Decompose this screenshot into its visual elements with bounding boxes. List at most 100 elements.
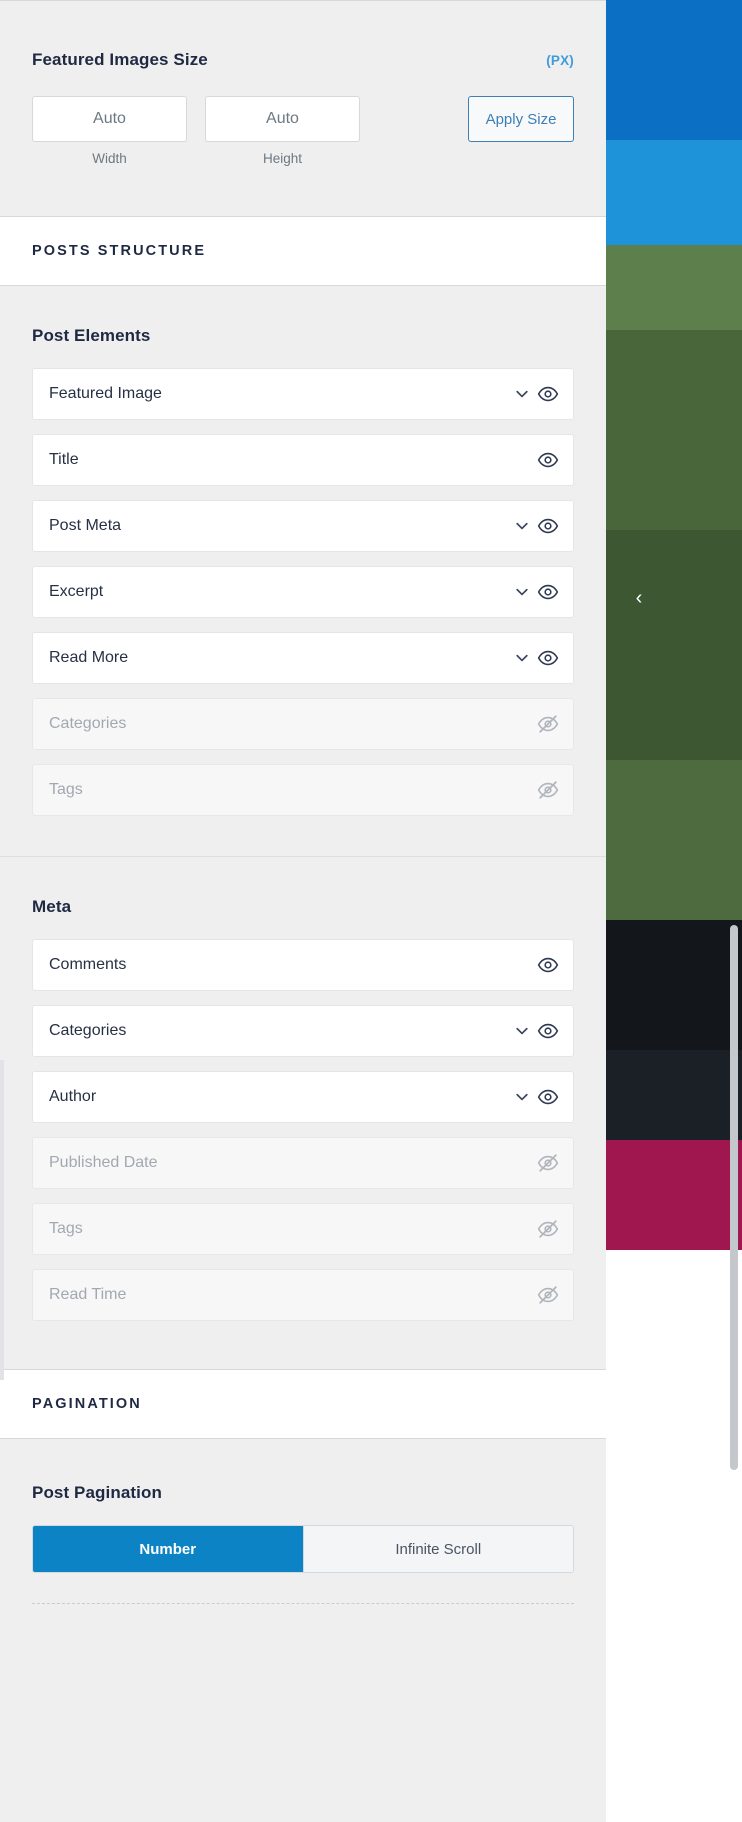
preview-band-foliage-3 <box>606 760 742 920</box>
pagination-dashed-separator <box>32 1603 574 1604</box>
width-caption: Width <box>92 151 127 166</box>
featured-images-size-block: Featured Images Size (PX) Auto Width Aut… <box>0 0 606 216</box>
post_elements-row[interactable]: Post Meta <box>32 500 574 552</box>
preview-prev-arrow-icon[interactable]: ‹ <box>624 583 654 613</box>
post_elements-row[interactable]: Categories <box>32 698 574 750</box>
width-field-group: Auto Width <box>32 96 187 166</box>
eye-hidden-icon[interactable] <box>537 779 559 801</box>
chevron-placeholder <box>515 958 529 972</box>
meta-row-label: Categories <box>49 1022 127 1039</box>
eye-visible-icon[interactable] <box>537 954 559 976</box>
height-field-group: Auto Height <box>205 96 360 166</box>
meta-row[interactable]: Author <box>32 1071 574 1123</box>
featured-images-size-header: Featured Images Size (PX) <box>32 50 574 70</box>
chevron-down-icon[interactable] <box>515 1090 529 1104</box>
post_elements-row-label: Post Meta <box>49 517 122 534</box>
meta-list: Comments Categories Author Published Date Ta… <box>32 939 574 1321</box>
post_elements-row-label: Featured Image <box>49 385 162 402</box>
preview-band-sky-top <box>606 0 742 140</box>
eye-visible-icon[interactable] <box>537 1086 559 1108</box>
post_elements-row[interactable]: Title <box>32 434 574 486</box>
chevron-placeholder <box>515 717 529 731</box>
post_elements-row[interactable]: Excerpt <box>32 566 574 618</box>
preview-band-sky <box>606 140 742 245</box>
eye-hidden-icon[interactable] <box>537 713 559 735</box>
screen-root: Featured Images Size (PX) Auto Width Aut… <box>0 0 742 1822</box>
preview-scrollbar-thumb[interactable] <box>730 925 738 1470</box>
panel-left-accent <box>0 1060 4 1380</box>
panel-top-divider <box>0 0 606 1</box>
eye-visible-icon[interactable] <box>537 1020 559 1042</box>
section-pagination[interactable]: PAGINATION <box>0 1369 606 1439</box>
preview-band-grass <box>606 245 742 330</box>
meta-row[interactable]: Comments <box>32 939 574 991</box>
apply-size-button[interactable]: Apply Size <box>468 96 574 142</box>
eye-hidden-icon[interactable] <box>537 1284 559 1306</box>
height-input[interactable]: Auto <box>205 96 360 142</box>
meta-block: Meta Comments Categories Author Published D… <box>0 857 606 1321</box>
section-pagination-label: PAGINATION <box>32 1396 142 1412</box>
meta-row-label: Comments <box>49 956 127 973</box>
width-input[interactable]: Auto <box>32 96 187 142</box>
featured-images-size-title: Featured Images Size <box>32 50 208 69</box>
post_elements-row[interactable]: Featured Image <box>32 368 574 420</box>
meta-row-label: Author <box>49 1088 97 1105</box>
preview-band-foliage-2 <box>606 530 742 760</box>
eye-visible-icon[interactable] <box>537 515 559 537</box>
meta-row[interactable]: Published Date <box>32 1137 574 1189</box>
post-pagination-toggle: Number Infinite Scroll <box>32 1525 574 1573</box>
featured-images-size-controls: Auto Width Auto Height Apply Size <box>32 96 574 166</box>
post-elements-list: Featured Image Title Post Meta Excerpt Read … <box>32 368 574 816</box>
site-preview: ‹ <box>606 0 742 1822</box>
meta-row[interactable]: Read Time <box>32 1269 574 1321</box>
post_elements-row-label: Tags <box>49 781 83 798</box>
eye-visible-icon[interactable] <box>537 383 559 405</box>
chevron-down-icon[interactable] <box>515 651 529 665</box>
settings-panel: Featured Images Size (PX) Auto Width Aut… <box>0 0 606 1822</box>
meta-row-label: Tags <box>49 1220 83 1237</box>
meta-row-label: Read Time <box>49 1286 127 1303</box>
post_elements-row[interactable]: Tags <box>32 764 574 816</box>
post_elements-row-label: Read More <box>49 649 129 666</box>
unit-px-label[interactable]: (PX) <box>546 53 574 68</box>
post_elements-row-label: Excerpt <box>49 583 104 600</box>
chevron-placeholder <box>515 1156 529 1170</box>
post-pagination-title: Post Pagination <box>32 1483 162 1502</box>
section-posts-structure-label: POSTS STRUCTURE <box>32 243 207 259</box>
chevron-placeholder <box>515 453 529 467</box>
eye-visible-icon[interactable] <box>537 581 559 603</box>
post-elements-block: Post Elements Featured Image Title Post Me… <box>0 286 606 816</box>
chevron-placeholder <box>515 1288 529 1302</box>
eye-hidden-icon[interactable] <box>537 1152 559 1174</box>
chevron-placeholder <box>515 1222 529 1236</box>
post_elements-row-label: Title <box>49 451 79 468</box>
pagination-option-number[interactable]: Number <box>33 1526 304 1572</box>
meta-row[interactable]: Categories <box>32 1005 574 1057</box>
preview-band-dark-2 <box>606 1050 742 1140</box>
eye-visible-icon[interactable] <box>537 449 559 471</box>
preview-band-white <box>606 1250 742 1822</box>
post_elements-row[interactable]: Read More <box>32 632 574 684</box>
chevron-down-icon[interactable] <box>515 1024 529 1038</box>
preview-band-magenta <box>606 1140 742 1250</box>
meta-row[interactable]: Tags <box>32 1203 574 1255</box>
meta-title: Meta <box>32 897 72 916</box>
eye-hidden-icon[interactable] <box>537 1218 559 1240</box>
chevron-down-icon[interactable] <box>515 585 529 599</box>
preview-band-dark-1 <box>606 920 742 1050</box>
pagination-option-infinite-scroll[interactable]: Infinite Scroll <box>303 1526 573 1572</box>
chevron-down-icon[interactable] <box>515 519 529 533</box>
chevron-placeholder <box>515 783 529 797</box>
section-posts-structure[interactable]: POSTS STRUCTURE <box>0 216 606 286</box>
post-elements-title: Post Elements <box>32 326 151 345</box>
eye-visible-icon[interactable] <box>537 647 559 669</box>
post-pagination-block: Post Pagination Number Infinite Scroll <box>0 1439 606 1604</box>
meta-row-label: Published Date <box>49 1154 158 1171</box>
preview-scrollbar-track[interactable] <box>730 0 738 1822</box>
preview-band-foliage-1 <box>606 330 742 530</box>
height-caption: Height <box>262 151 303 166</box>
chevron-down-icon[interactable] <box>515 387 529 401</box>
